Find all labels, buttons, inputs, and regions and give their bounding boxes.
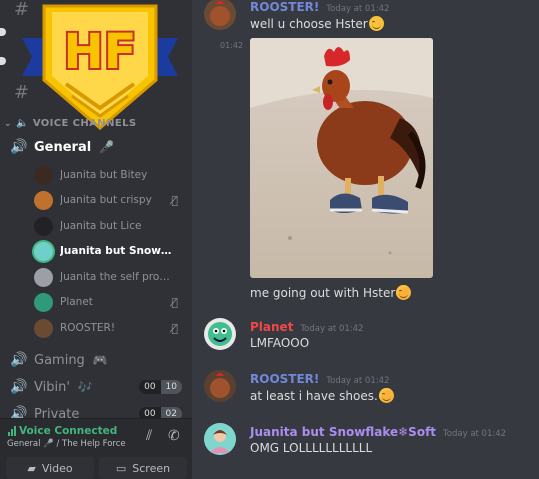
speaker-icon: 🔊: [10, 139, 28, 155]
unread-indicator: [0, 28, 6, 36]
author-name[interactable]: Planet: [250, 320, 293, 334]
badge-text: HF: [64, 24, 137, 80]
signal-icon: [8, 426, 16, 436]
message-content: me going out with Hster: [250, 285, 412, 300]
chat-area: ROOSTER! Today at 01:42 well u choose Hs…: [192, 0, 539, 479]
message-header: ROOSTER! Today at 01:42: [250, 372, 389, 386]
voice-status: Voice Connected: [8, 425, 117, 437]
author-name[interactable]: ROOSTER!: [250, 0, 319, 14]
voice-category-header[interactable]: ⌄ 🔈 VOICE CHANNELS: [4, 118, 136, 129]
message-text: at least i have shoes.: [250, 389, 378, 403]
voice-user-name: Juanita the self proclaim...: [60, 271, 172, 283]
hover-timestamp: 01:42: [220, 41, 244, 50]
voice-user-speaking[interactable]: Juanita but Snowflake❄...: [34, 239, 186, 263]
noise-suppression-icon[interactable]: ⫽: [146, 428, 152, 444]
voice-user[interactable]: Juanita the self proclaim...: [34, 265, 186, 289]
avatar[interactable]: [204, 370, 236, 402]
avatar: [34, 318, 53, 338]
avatar: [34, 292, 53, 312]
user-limit-counter: 00 10: [139, 380, 182, 394]
voice-channel-info: General 🎤 / The Help Force: [7, 439, 126, 449]
unread-indicator: [0, 57, 6, 65]
message-content: well u choose Hster: [250, 16, 384, 31]
voice-user-name: Planet: [60, 296, 93, 308]
mic-muted-icon: 🎙̸: [171, 321, 178, 335]
voice-status-text: Voice Connected: [19, 425, 118, 437]
message-header: Juanita but Snowflake❄Soft Today at 01:4…: [250, 425, 506, 439]
message-header: Planet Today at 01:42: [250, 320, 363, 334]
music-emoji: 🎶: [77, 380, 93, 394]
speaker-icon: 🔊: [10, 379, 28, 395]
mic-muted-icon: 🎙̸: [171, 193, 178, 207]
counter-limit: 10: [160, 380, 182, 394]
voice-user-name: Juanita but Snowflake❄...: [60, 245, 172, 257]
blush-emoji: [396, 285, 412, 300]
voice-channel-gaming[interactable]: 🔊 Gaming 🎮: [10, 349, 108, 371]
voice-user[interactable]: Planet 🎙̸: [34, 290, 186, 314]
avatar[interactable]: [204, 0, 236, 30]
category-label: VOICE CHANNELS: [32, 118, 137, 129]
voice-user[interactable]: Juanita but Bitey: [34, 163, 186, 187]
avatar: [34, 267, 53, 287]
video-button[interactable]: ▰ Video: [6, 457, 94, 479]
message-content: at least i have shoes.: [250, 388, 394, 403]
voice-user[interactable]: Juanita but crispy 🎙̸: [34, 188, 186, 212]
voice-user-name: ROOSTER!: [60, 322, 116, 334]
voice-channel-name: General: [34, 139, 92, 155]
rooster-image[interactable]: [250, 38, 433, 278]
speaker-icon: 🔈: [15, 118, 29, 129]
mic-muted-icon: 🎙̸: [171, 295, 178, 309]
timestamp: Today at 01:42: [326, 4, 390, 14]
chevron-down-icon: ⌄: [4, 118, 12, 129]
avatar: [34, 190, 53, 210]
counter-current: 00: [139, 380, 161, 394]
author-name[interactable]: Juanita but Snowflake❄Soft: [250, 425, 436, 439]
screen-label: Screen: [132, 461, 171, 475]
channel-sidebar: # # HF ⌄ 🔈 VOICE CHANNELS 🔊 General 🎤 Ju…: [0, 0, 192, 479]
avatar: [34, 165, 53, 185]
video-label: Video: [41, 461, 73, 475]
speaker-icon: 🔊: [10, 352, 28, 368]
avatar: [34, 216, 53, 236]
message-header: ROOSTER! Today at 01:42: [250, 0, 389, 14]
timestamp: Today at 01:42: [443, 429, 507, 439]
message-content: LMFAOOO: [250, 336, 310, 350]
voice-channel-general[interactable]: 🔊 General 🎤: [10, 136, 114, 158]
timestamp: Today at 01:42: [300, 324, 364, 334]
avatar[interactable]: [204, 423, 236, 455]
voice-user[interactable]: ROOSTER! 🎙̸: [34, 316, 186, 340]
timestamp: Today at 01:42: [326, 376, 390, 386]
wink-emoji: [368, 16, 384, 31]
screen-share-button[interactable]: ▭ Screen: [99, 457, 187, 479]
voice-user[interactable]: Juanita but Lice: [34, 214, 186, 238]
voice-connection-panel: Voice Connected General 🎤 / The Help For…: [0, 418, 192, 479]
message-text: me going out with Hster: [250, 286, 396, 300]
gamepad-emoji: 🎮: [92, 353, 108, 367]
disconnect-icon[interactable]: ✆: [168, 428, 180, 444]
author-name[interactable]: ROOSTER!: [250, 372, 319, 386]
blush-emoji: [378, 388, 394, 403]
camera-icon: ▰: [27, 461, 36, 475]
message-text: well u choose Hster: [250, 17, 368, 31]
voice-user-name: Juanita but Lice: [60, 220, 142, 232]
mic-emoji: 🎤: [99, 140, 115, 154]
voice-channel-name: Gaming: [34, 352, 85, 368]
voice-channel-name: Vibin': [34, 379, 70, 395]
voice-user-name: Juanita but crispy: [60, 194, 152, 206]
message-content: OMG LOLLLLLLLLLLL: [250, 441, 373, 455]
voice-channel-vibin[interactable]: 🔊 Vibin' 🎶 00 10: [10, 376, 182, 398]
hf-badge-logo: HF: [22, 4, 178, 130]
avatar: [34, 241, 53, 261]
screen-icon: ▭: [115, 461, 127, 475]
voice-user-name: Juanita but Bitey: [60, 169, 148, 181]
avatar[interactable]: [204, 318, 236, 350]
